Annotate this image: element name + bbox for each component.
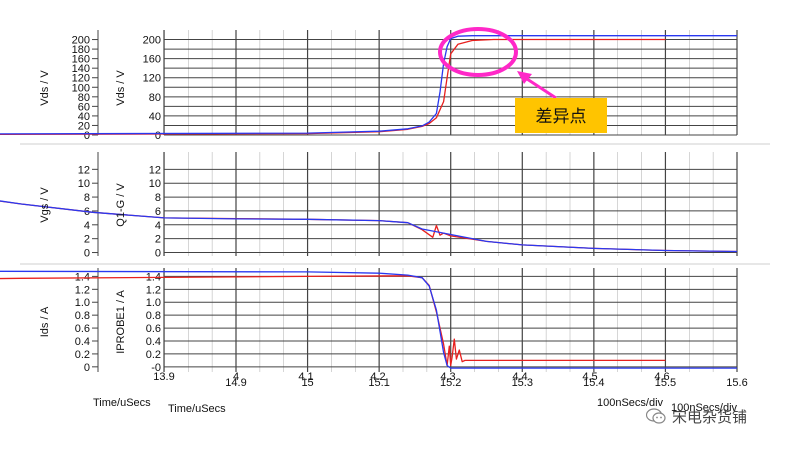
wechat-icon	[646, 408, 666, 424]
watermark-text: 宋电杂货铺	[672, 407, 748, 426]
ytick-label: 0.2	[75, 349, 90, 361]
xtick2-label: 4.1	[298, 371, 313, 383]
ytick2-label: 0.2	[146, 349, 161, 361]
panel1-ylabel: Vds / V	[39, 70, 51, 106]
ytick-label: 4	[84, 220, 90, 232]
xtick2-label: 4.3	[440, 371, 455, 383]
panel3-ylabel2: IPROBE1 / A	[115, 290, 127, 354]
ytick-label: 10	[78, 178, 90, 190]
ytick2-label: 0	[155, 130, 161, 142]
ytick-label: 12	[78, 164, 90, 176]
ytick2-label: 6	[155, 206, 161, 218]
ytick2-label: 2	[155, 234, 161, 246]
ytick-label: 0	[84, 248, 90, 260]
ytick2-label: 120	[143, 73, 161, 85]
ytick2-label: 1.2	[146, 284, 161, 296]
ytick2-label: 8	[155, 192, 161, 204]
ytick-label: 0	[84, 362, 90, 374]
panel2-ylabel: Vgs / V	[39, 187, 51, 223]
xtick2-label: 4	[233, 371, 239, 383]
callout-text: 差异点	[536, 107, 587, 127]
xtick2-label: 4.6	[654, 371, 669, 383]
watermark: 宋电杂货铺	[646, 404, 796, 428]
xtick-label: 15.6	[726, 377, 747, 389]
ytick-label: 1.2	[75, 284, 90, 296]
ytick-label: 200	[72, 35, 90, 47]
ytick-label: 0.8	[75, 310, 90, 322]
ytick2-label: 200	[143, 35, 161, 47]
ytick2-label: 0.4	[146, 336, 161, 348]
ytick2-label: 0.6	[146, 323, 161, 335]
ytick2-label: 0	[155, 248, 161, 260]
ytick2-label: 0.8	[146, 310, 161, 322]
panel3-ylabel: Ids / A	[39, 306, 51, 337]
oscilloscope-figure: 0204060801001201401601802000408012016020…	[0, 27, 770, 415]
ytick2-label: 10	[149, 178, 161, 190]
ytick-label: 0.4	[75, 336, 90, 348]
ytick-label: 1.0	[75, 297, 90, 309]
xlabel2: Time/uSecs	[168, 403, 226, 415]
xtick2-label: 4.4	[512, 371, 527, 383]
ytick-label: 8	[84, 192, 90, 204]
ytick2-label: 12	[149, 164, 161, 176]
ytick2-label: 1.0	[146, 297, 161, 309]
ytick2-label: 160	[143, 54, 161, 66]
xtick2-label: 4.5	[582, 371, 597, 383]
ytick2-label: 4	[155, 220, 161, 232]
ytick-label: 2	[84, 234, 90, 246]
ytick2-label: 80	[149, 92, 161, 104]
panel2-ylabel2: Q1-G / V	[115, 183, 127, 227]
panel1-ylabel2: Vds / V	[115, 70, 127, 106]
xtick2-label: 4.2	[370, 371, 385, 383]
ytick-label: 0.6	[75, 323, 90, 335]
xlabel: Time/uSecs	[93, 397, 151, 409]
ytick2-label: 40	[149, 111, 161, 123]
xtick2-label: 13.9	[153, 371, 174, 383]
